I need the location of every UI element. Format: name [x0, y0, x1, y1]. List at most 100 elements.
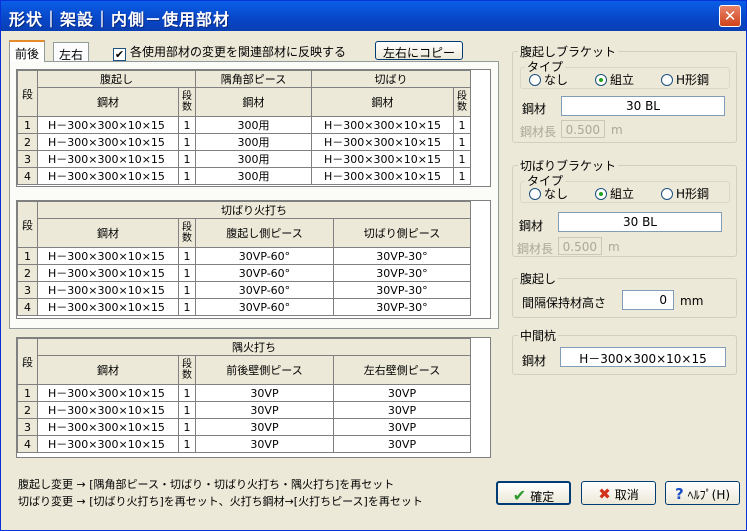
group-header-kiribari: 切ばり: [311, 70, 471, 88]
grid-cell[interactable]: 1: [178, 281, 196, 299]
grid-cell[interactable]: 30VP: [195, 384, 334, 402]
grid-cell[interactable]: 300用: [195, 150, 312, 168]
group-header-corner-piece: 隅角部ピース: [195, 70, 312, 88]
grid-cell[interactable]: H－300×300×10×15: [37, 167, 179, 185]
grid-cell[interactable]: 1: [178, 133, 196, 151]
radio-button-icon[interactable]: [529, 188, 541, 200]
col-header-steel: 鋼材: [195, 87, 312, 117]
grid-cell[interactable]: 1: [178, 247, 196, 265]
grid-cell[interactable]: H－300×300×10×15: [37, 384, 179, 402]
table-row[interactable]: 4 H－300×300×10×15 1 30VP-60° 30VP-30°: [17, 298, 471, 316]
grid-cell[interactable]: 1: [178, 418, 196, 436]
table-row[interactable]: 1 H－300×300×10×15 1 300用 H－300×300×10×15…: [17, 116, 471, 134]
radio-h-beam[interactable]: H形鋼: [661, 71, 709, 88]
ok-button[interactable]: ✔ 確定: [496, 481, 571, 505]
grid-cell[interactable]: 1: [453, 167, 471, 185]
middle-pile-steel-field[interactable]: H－300×300×10×15: [560, 347, 726, 367]
col-header-steel: 鋼材: [37, 87, 179, 117]
grid-cell[interactable]: H－300×300×10×15: [37, 133, 179, 151]
table-row[interactable]: 3 H－300×300×10×15 1 300用 H－300×300×10×15…: [17, 150, 471, 168]
cancel-button[interactable]: ✖ 取消: [581, 481, 656, 505]
table-row[interactable]: 3 H－300×300×10×15 1 30VP 30VP: [17, 418, 471, 436]
table-row[interactable]: 2 H－300×300×10×15 1 300用 H－300×300×10×15…: [17, 133, 471, 151]
radio-h-beam[interactable]: H形鋼: [661, 185, 709, 202]
grid-cell[interactable]: 1: [178, 264, 196, 282]
col-header-count: 段数: [453, 87, 471, 117]
grid-cell[interactable]: 1: [453, 133, 471, 151]
table-row[interactable]: 2 H－300×300×10×15 1 30VP 30VP: [17, 401, 471, 419]
grid-cell[interactable]: 1: [178, 384, 196, 402]
radio-none[interactable]: なし: [529, 71, 568, 88]
table-row[interactable]: 2 H－300×300×10×15 1 30VP-60° 30VP-30°: [17, 264, 471, 282]
grid-cell[interactable]: 30VP: [333, 384, 471, 402]
reflect-checkbox-label: 各使用部材の変更を関連部材に反映する: [130, 45, 347, 59]
grid-cell[interactable]: H－300×300×10×15: [311, 116, 454, 134]
grid-cell[interactable]: 30VP-30°: [333, 298, 471, 316]
group-header-haraokoshi: 腹起し: [37, 70, 196, 88]
radio-button-icon[interactable]: [661, 74, 673, 86]
grid-cell[interactable]: 30VP: [333, 401, 471, 419]
grid-cell[interactable]: H－300×300×10×15: [37, 264, 179, 282]
grid-cell[interactable]: 30VP: [195, 418, 334, 436]
grid-cell[interactable]: H－300×300×10×15: [37, 298, 179, 316]
checkbox-check-icon[interactable]: ✔: [113, 48, 126, 61]
copy-left-right-button[interactable]: 左右にコピー: [375, 41, 463, 60]
grid-cell[interactable]: 30VP-30°: [333, 247, 471, 265]
title-bar[interactable]: 形状｜架設｜内側－使用部材 ✕: [1, 1, 746, 31]
grid-cell[interactable]: 300用: [195, 167, 312, 185]
radio-none[interactable]: なし: [529, 185, 568, 202]
grid-cell[interactable]: H－300×300×10×15: [311, 133, 454, 151]
grid-cell[interactable]: 1: [178, 150, 196, 168]
grid-cell[interactable]: H－300×300×10×15: [37, 418, 179, 436]
table-row[interactable]: 4 H－300×300×10×15 1 300用 H－300×300×10×15…: [17, 167, 471, 185]
reflect-checkbox[interactable]: ✔ 各使用部材の変更を関連部材に反映する: [113, 43, 346, 61]
table-row[interactable]: 3 H－300×300×10×15 1 30VP-60° 30VP-30°: [17, 281, 471, 299]
grid-cell[interactable]: H－300×300×10×15: [311, 150, 454, 168]
grid-cell[interactable]: 1: [178, 435, 196, 453]
grid-cell[interactable]: H－300×300×10×15: [37, 401, 179, 419]
grid-cell[interactable]: 1: [453, 116, 471, 134]
help-button[interactable]: ? ﾍﾙﾌﾟ(H): [665, 481, 740, 505]
grid-cell[interactable]: 30VP: [333, 435, 471, 453]
grid-cell[interactable]: 30VP: [333, 418, 471, 436]
table-row[interactable]: 4 H－300×300×10×15 1 30VP 30VP: [17, 435, 471, 453]
grid-cell[interactable]: H－300×300×10×15: [37, 150, 179, 168]
row-number: 4: [17, 167, 38, 185]
grid-cell[interactable]: 300用: [195, 133, 312, 151]
tab-front-back[interactable]: 前後: [9, 40, 46, 62]
grid-cell[interactable]: 30VP-60°: [195, 298, 334, 316]
tab-left-right[interactable]: 左右: [53, 42, 90, 63]
radio-assembly[interactable]: 組立: [595, 185, 634, 202]
grid-cell[interactable]: 1: [453, 150, 471, 168]
grid-cell[interactable]: H－300×300×10×15: [311, 167, 454, 185]
length-unit: m: [608, 240, 620, 254]
grid-cell[interactable]: H－300×300×10×15: [37, 247, 179, 265]
grid-cell[interactable]: 30VP-60°: [195, 264, 334, 282]
kiribari-bracket-steel-field[interactable]: 30 BL: [558, 212, 722, 232]
table-row[interactable]: 1 H－300×300×10×15 1 30VP 30VP: [17, 384, 471, 402]
grid-cell[interactable]: 30VP: [195, 435, 334, 453]
grid-cell[interactable]: H－300×300×10×15: [37, 281, 179, 299]
col-header-count: 段数: [178, 87, 196, 117]
haraokoshi-bracket-steel-field[interactable]: 30 BL: [561, 96, 725, 116]
grid-cell[interactable]: H－300×300×10×15: [37, 435, 179, 453]
grid-cell[interactable]: 30VP: [195, 401, 334, 419]
radio-button-selected-icon[interactable]: [595, 74, 607, 86]
radio-button-selected-icon[interactable]: [595, 188, 607, 200]
close-button[interactable]: ✕: [719, 5, 741, 27]
grid-cell[interactable]: 30VP-60°: [195, 247, 334, 265]
grid-cell[interactable]: 30VP-30°: [333, 281, 471, 299]
grid-cell[interactable]: H－300×300×10×15: [37, 116, 179, 134]
radio-assembly[interactable]: 組立: [595, 71, 634, 88]
radio-button-icon[interactable]: [661, 188, 673, 200]
grid-cell[interactable]: 1: [178, 401, 196, 419]
spacer-height-field[interactable]: 0: [622, 290, 674, 310]
grid-cell[interactable]: 1: [178, 167, 196, 185]
grid-cell[interactable]: 30VP-60°: [195, 281, 334, 299]
radio-button-icon[interactable]: [529, 74, 541, 86]
grid-cell[interactable]: 30VP-30°: [333, 264, 471, 282]
table-row[interactable]: 1 H－300×300×10×15 1 30VP-60° 30VP-30°: [17, 247, 471, 265]
grid-cell[interactable]: 1: [178, 116, 196, 134]
grid-cell[interactable]: 300用: [195, 116, 312, 134]
grid-cell[interactable]: 1: [178, 298, 196, 316]
